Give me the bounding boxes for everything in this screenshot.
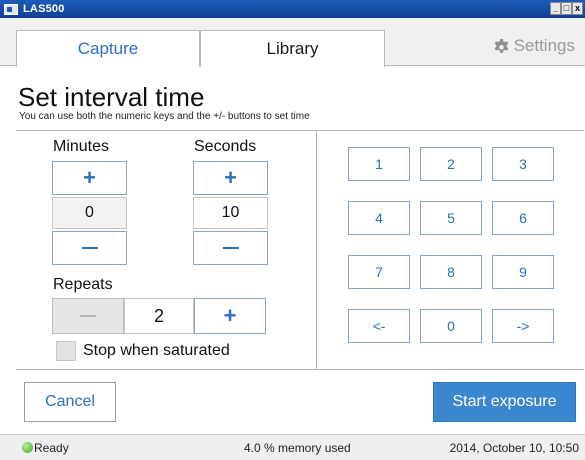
key-1[interactable]: 1	[348, 147, 410, 181]
repeats-minus-button[interactable]	[52, 298, 124, 334]
key-4[interactable]: 4	[348, 201, 410, 235]
memory-usage: 4.0 % memory used	[244, 441, 351, 455]
window-controls: _ □ x	[550, 2, 583, 15]
window-title: LAS500	[23, 3, 65, 15]
minus-icon	[80, 315, 96, 317]
status-text: Ready	[34, 441, 69, 455]
status-ok-icon	[22, 442, 33, 453]
seconds-value[interactable]: 10	[193, 197, 268, 229]
minutes-label: Minutes	[53, 138, 110, 155]
tab-library[interactable]: Library	[200, 30, 385, 67]
seconds-plus-button[interactable]: +	[193, 161, 268, 195]
gear-icon	[494, 38, 508, 53]
maximize-button[interactable]: □	[561, 2, 572, 15]
settings-button[interactable]: Settings	[492, 36, 575, 56]
title-bar: LAS500 _ □ x	[0, 0, 585, 18]
key-2[interactable]: 2	[420, 147, 482, 181]
key-3[interactable]: 3	[492, 147, 554, 181]
minutes-value[interactable]: 0	[52, 197, 127, 229]
tab-capture[interactable]: Capture	[16, 30, 200, 67]
minimize-button[interactable]: _	[550, 2, 561, 15]
settings-label: Settings	[513, 36, 575, 55]
interval-panel: Minutes + 0 Seconds + 10 Repeats 2 + Sto…	[16, 130, 584, 370]
seconds-label: Seconds	[194, 138, 257, 155]
status-bar: Ready 4.0 % memory used 2014, October 10…	[0, 434, 585, 460]
key-9[interactable]: 9	[492, 255, 554, 289]
cancel-button[interactable]: Cancel	[24, 382, 116, 422]
key-6[interactable]: 6	[492, 201, 554, 235]
stop-when-saturated-label: Stop when saturated	[83, 342, 230, 359]
page-title: Set interval time	[18, 82, 205, 112]
stop-when-saturated-checkbox[interactable]	[56, 341, 76, 361]
repeats-value[interactable]: 2	[124, 298, 194, 334]
panel-divider	[316, 131, 317, 370]
start-exposure-button[interactable]: Start exposure	[433, 382, 576, 422]
page-subtitle: You can use both the numeric keys and th…	[19, 111, 310, 122]
minus-icon	[81, 247, 98, 249]
close-button[interactable]: x	[572, 2, 583, 15]
key-7[interactable]: 7	[348, 255, 410, 289]
key-next[interactable]: ->	[492, 309, 554, 343]
minutes-minus-button[interactable]	[52, 231, 127, 265]
minus-icon	[222, 247, 239, 249]
key-0[interactable]: 0	[420, 309, 482, 343]
tab-bar: Capture Library Settings	[0, 18, 585, 67]
repeats-plus-button[interactable]: +	[194, 298, 266, 334]
repeats-label: Repeats	[53, 276, 113, 293]
minutes-plus-button[interactable]: +	[52, 161, 127, 195]
key-8[interactable]: 8	[420, 255, 482, 289]
status-datetime: 2014, October 10, 10:50	[449, 441, 579, 455]
seconds-minus-button[interactable]	[193, 231, 268, 265]
app-icon	[4, 3, 18, 15]
key-backspace[interactable]: <-	[348, 309, 410, 343]
key-5[interactable]: 5	[420, 201, 482, 235]
